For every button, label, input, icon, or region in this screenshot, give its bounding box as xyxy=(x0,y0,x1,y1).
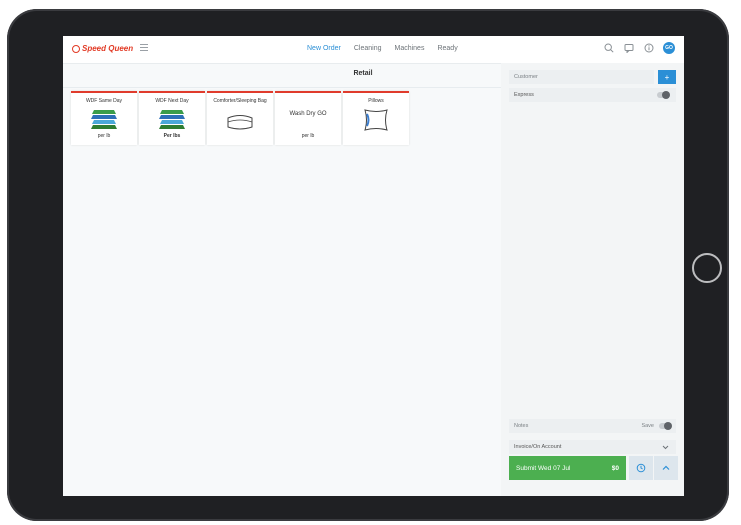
customer-field[interactable]: Customer xyxy=(509,70,654,84)
main-nav: New Order Cleaning Machines Ready xyxy=(307,45,458,52)
card-title: WDF Next Day xyxy=(155,98,189,104)
nav-machines[interactable]: Machines xyxy=(394,45,424,52)
user-avatar[interactable]: GO xyxy=(663,42,675,54)
invoice-label: Invoice/On Account xyxy=(514,444,562,450)
chat-icon[interactable] xyxy=(623,42,635,54)
order-total: $0 xyxy=(611,464,619,472)
card-unit: per lb xyxy=(301,133,315,139)
header-actions: GO xyxy=(603,42,675,54)
info-icon[interactable] xyxy=(643,42,655,54)
product-card-wash-dry-go[interactable]: Wash Dry GO per lb xyxy=(275,91,341,145)
express-toggle[interactable] xyxy=(657,91,670,99)
nav-new-order[interactable]: New Order xyxy=(307,45,341,52)
add-customer-button[interactable]: + xyxy=(658,70,676,84)
notes-field[interactable]: Notes Save xyxy=(509,419,676,433)
search-icon[interactable] xyxy=(603,42,615,54)
nav-cleaning[interactable]: Cleaning xyxy=(354,45,382,52)
card-title: Comforter/Sleeping Bag xyxy=(213,98,267,104)
card-title: Wash Dry GO xyxy=(289,111,327,117)
notes-placeholder: Notes xyxy=(514,423,529,429)
clock-icon xyxy=(636,463,646,473)
chevron-up-icon xyxy=(662,465,670,470)
nav-ready[interactable]: Ready xyxy=(437,45,457,52)
save-notes-label: Save xyxy=(641,423,654,429)
app-screen: Speed Queen New Order Cleaning Machines … xyxy=(63,36,684,496)
invoice-dropdown[interactable]: Invoice/On Account xyxy=(509,440,676,454)
product-card-wdf-same-day[interactable]: WDF Same Day per lb xyxy=(71,91,137,145)
schedule-button[interactable] xyxy=(629,456,653,480)
logo-icon xyxy=(72,44,80,53)
stacked-clothes-icon xyxy=(91,110,117,129)
card-unit: Per lbs xyxy=(163,133,181,139)
submit-button[interactable]: Submit Wed 07 Jul $0 xyxy=(509,456,626,480)
product-card-pillows[interactable]: Pillows xyxy=(343,91,409,145)
logo-text: Speed Queen xyxy=(82,44,134,53)
express-row: Express xyxy=(509,88,676,102)
order-panel: Customer + Express Notes Save Invoice/On… xyxy=(501,63,684,496)
card-unit: per lb xyxy=(97,133,111,139)
comforter-icon xyxy=(227,115,253,130)
chevron-down-icon xyxy=(662,445,669,450)
section-title: Retail xyxy=(353,70,373,77)
card-title: WDF Same Day xyxy=(85,98,123,104)
top-bar: Speed Queen New Order Cleaning Machines … xyxy=(63,36,684,64)
product-grid: WDF Same Day per lb WDF Next Day Per lbs… xyxy=(71,91,409,145)
submit-label: Submit Wed 07 Jul xyxy=(516,464,571,472)
card-title: Pillows xyxy=(368,98,384,104)
stacked-clothes-icon xyxy=(159,110,185,129)
hamburger-menu-icon[interactable] xyxy=(140,44,148,51)
save-notes-toggle[interactable] xyxy=(659,422,672,430)
product-card-comforter[interactable]: Comforter/Sleeping Bag xyxy=(207,91,273,145)
section-divider xyxy=(63,87,501,88)
product-card-wdf-next-day[interactable]: WDF Next Day Per lbs xyxy=(139,91,205,145)
home-button[interactable] xyxy=(692,253,722,283)
express-label: Express xyxy=(514,92,534,98)
app-logo[interactable]: Speed Queen xyxy=(72,44,133,53)
pillow-icon xyxy=(364,109,388,131)
expand-button[interactable] xyxy=(654,456,678,480)
